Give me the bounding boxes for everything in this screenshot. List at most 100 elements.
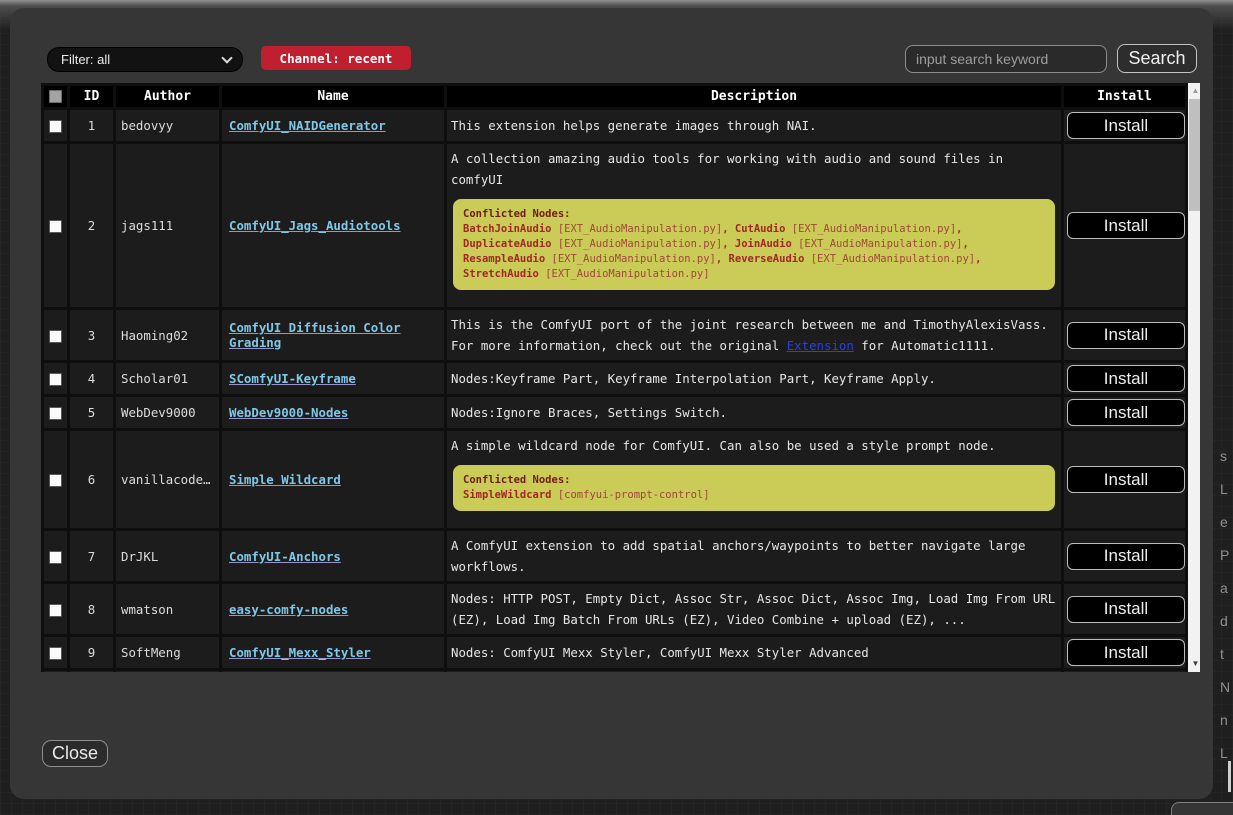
- table-row: 9SoftMengComfyUI_Mexx_StylerNodes: Comfy…: [43, 636, 1187, 670]
- table-scrollbar[interactable]: ▲ ▼: [1188, 83, 1200, 672]
- row-name-cell: easy-comfy-nodes: [221, 583, 446, 636]
- row-checkbox-cell: [43, 530, 69, 583]
- install-button[interactable]: Install: [1067, 365, 1185, 392]
- filter-select[interactable]: Filter: all: [47, 47, 243, 72]
- row-description-cell: A simple wildcard node for ComfyUI. Can …: [446, 430, 1063, 530]
- background-glyph-fragment: t: [1220, 646, 1224, 662]
- background-glyph-fragment: e: [1220, 514, 1228, 530]
- row-description-cell: A collection amazing audio tools for wor…: [446, 143, 1063, 309]
- background-glyph-fragment: P: [1220, 547, 1229, 563]
- row-checkbox-cell: [43, 583, 69, 636]
- row-name-cell: WebDev9000-Nodes: [221, 396, 446, 430]
- conflicted-nodes-title: Conflicted Nodes:: [463, 473, 1045, 488]
- install-button[interactable]: Install: [1067, 596, 1185, 623]
- search-input[interactable]: [905, 45, 1107, 73]
- row-description: A ComfyUI extension to add spatial ancho…: [451, 535, 1061, 577]
- conflict-node-source: [EXT_AudioManipulation.py]: [545, 268, 709, 280]
- extensions-table: ID Author Name Description Install 1bedo…: [41, 83, 1188, 672]
- row-author: SoftMeng: [115, 636, 221, 670]
- description-link[interactable]: Extension: [787, 338, 854, 353]
- row-install-cell: Install: [1063, 143, 1187, 309]
- row-id: 4: [69, 362, 115, 396]
- install-button[interactable]: Install: [1067, 212, 1185, 239]
- extension-name-link[interactable]: WebDev9000-Nodes: [229, 405, 348, 420]
- background-widget-fragment: [1171, 802, 1233, 815]
- close-button[interactable]: Close: [42, 740, 108, 767]
- table-row: 7DrJKLComfyUI-AnchorsA ComfyUI extension…: [43, 530, 1187, 583]
- extension-name-link[interactable]: Simple Wildcard: [229, 472, 341, 487]
- table-row: 5WebDev9000 WebDev9000-Nodes Nodes:Ignore …: [43, 396, 1187, 430]
- row-description-cell: This is the ComfyUI port of the joint re…: [446, 309, 1063, 362]
- background-glyph-fragment: N: [1220, 679, 1230, 695]
- row-checkbox[interactable]: [49, 330, 62, 343]
- install-button[interactable]: Install: [1067, 399, 1185, 426]
- background-glyph-fragment: s: [1220, 448, 1227, 464]
- row-description-cell: Nodes:Keyframe Part, Keyframe Interpolat…: [446, 362, 1063, 396]
- row-author: jags111: [115, 143, 221, 309]
- row-id: 7: [69, 530, 115, 583]
- row-checkbox[interactable]: [49, 551, 62, 564]
- conflict-node-source: [EXT_AudioManipulation.py]: [792, 223, 956, 235]
- row-checkbox-cell: [43, 670, 69, 673]
- row-description-cell: Nodes: HTTP POST, Empty Dict, Assoc Str,…: [446, 583, 1063, 636]
- row-checkbox[interactable]: [49, 407, 62, 420]
- scrollbar-thumb[interactable]: [1189, 99, 1200, 211]
- row-author: vanillacode…: [115, 430, 221, 530]
- install-button[interactable]: Install: [1067, 112, 1185, 139]
- conflict-node-name: SimpleWildcard: [463, 489, 552, 501]
- conflict-node-source: [EXT_AudioManipulation.py]: [552, 253, 716, 265]
- search-button[interactable]: Search: [1117, 44, 1197, 73]
- col-header-description: Description: [446, 85, 1063, 109]
- scrollbar-down-arrow-icon[interactable]: ▼: [1188, 658, 1200, 670]
- install-button[interactable]: Install: [1067, 322, 1185, 349]
- conflicted-nodes-list: SimpleWildcard [comfyui-prompt-control]: [463, 488, 1045, 503]
- col-header-id: ID: [69, 85, 115, 109]
- row-checkbox-cell: [43, 143, 69, 309]
- extension-name-link[interactable]: ComfyUI_NAIDGenerator: [229, 118, 386, 133]
- conflict-node-name: CutAudio: [735, 223, 786, 235]
- extension-name-link[interactable]: easy-comfy-nodes: [229, 602, 348, 617]
- row-author: WebDev9000: [115, 396, 221, 430]
- row-id: 6: [69, 430, 115, 530]
- row-description-cell: Nodes:Ignore Braces, Settings Switch.: [446, 396, 1063, 430]
- conflict-node-source: [EXT_AudioManipulation.py]: [558, 238, 722, 250]
- row-author: zcfrank1st: [115, 670, 221, 673]
- conflict-node-name: ReverseAudio: [729, 253, 805, 265]
- scrollbar-up-arrow-icon[interactable]: ▲: [1188, 85, 1200, 97]
- install-button[interactable]: Install: [1067, 466, 1185, 493]
- row-checkbox[interactable]: [49, 474, 62, 487]
- extension-name-link[interactable]: ComfyUI_Mexx_Styler: [229, 645, 371, 660]
- row-checkbox[interactable]: [49, 373, 62, 386]
- row-name-cell: ComfyUI-Anchors: [221, 530, 446, 583]
- row-checkbox[interactable]: [49, 604, 62, 617]
- install-button[interactable]: Install: [1067, 639, 1185, 666]
- row-checkbox-cell: [43, 636, 69, 670]
- row-checkbox-cell: [43, 362, 69, 396]
- extension-name-link[interactable]: ComfyUI-Anchors: [229, 549, 341, 564]
- row-checkbox[interactable]: [49, 220, 62, 233]
- row-description: This is the ComfyUI port of the joint re…: [451, 314, 1061, 356]
- row-install-cell: Install: [1063, 636, 1187, 670]
- row-install-cell: Install: [1063, 362, 1187, 396]
- extension-name-link[interactable]: ComfyUI Diffusion Color Grading: [229, 320, 401, 350]
- install-button[interactable]: Install: [1067, 543, 1185, 570]
- row-description: Nodes: ComfyUI Mexx Styler, ComfyUI Mexx…: [451, 642, 1061, 663]
- row-install-cell: Install: [1063, 109, 1187, 143]
- filter-select-wrap: Filter: all: [47, 47, 243, 72]
- row-checkbox-cell: [43, 396, 69, 430]
- channel-button[interactable]: Channel: recent: [261, 46, 411, 70]
- custom-nodes-install-dialog: Filter: all Channel: recent Search ID Au…: [10, 8, 1213, 799]
- row-author: wmatson: [115, 583, 221, 636]
- extensions-table-zone: ID Author Name Description Install 1bedo…: [41, 83, 1200, 672]
- extension-name-link[interactable]: SComfyUI-Keyframe: [229, 371, 356, 386]
- select-all-checkbox[interactable]: [49, 90, 62, 103]
- col-header-author: Author: [115, 85, 221, 109]
- extension-name-link[interactable]: ComfyUI_Jags_Audiotools: [229, 218, 401, 233]
- background-glyph-fragment: n: [1220, 712, 1228, 728]
- background-glyph-fragment: d: [1220, 613, 1228, 629]
- row-id: 5: [69, 396, 115, 430]
- row-checkbox[interactable]: [49, 120, 62, 133]
- conflict-node-name: JoinAudio: [735, 238, 792, 250]
- row-checkbox[interactable]: [49, 647, 62, 660]
- row-description: Nodes: HTTP POST, Empty Dict, Assoc Str,…: [451, 588, 1061, 630]
